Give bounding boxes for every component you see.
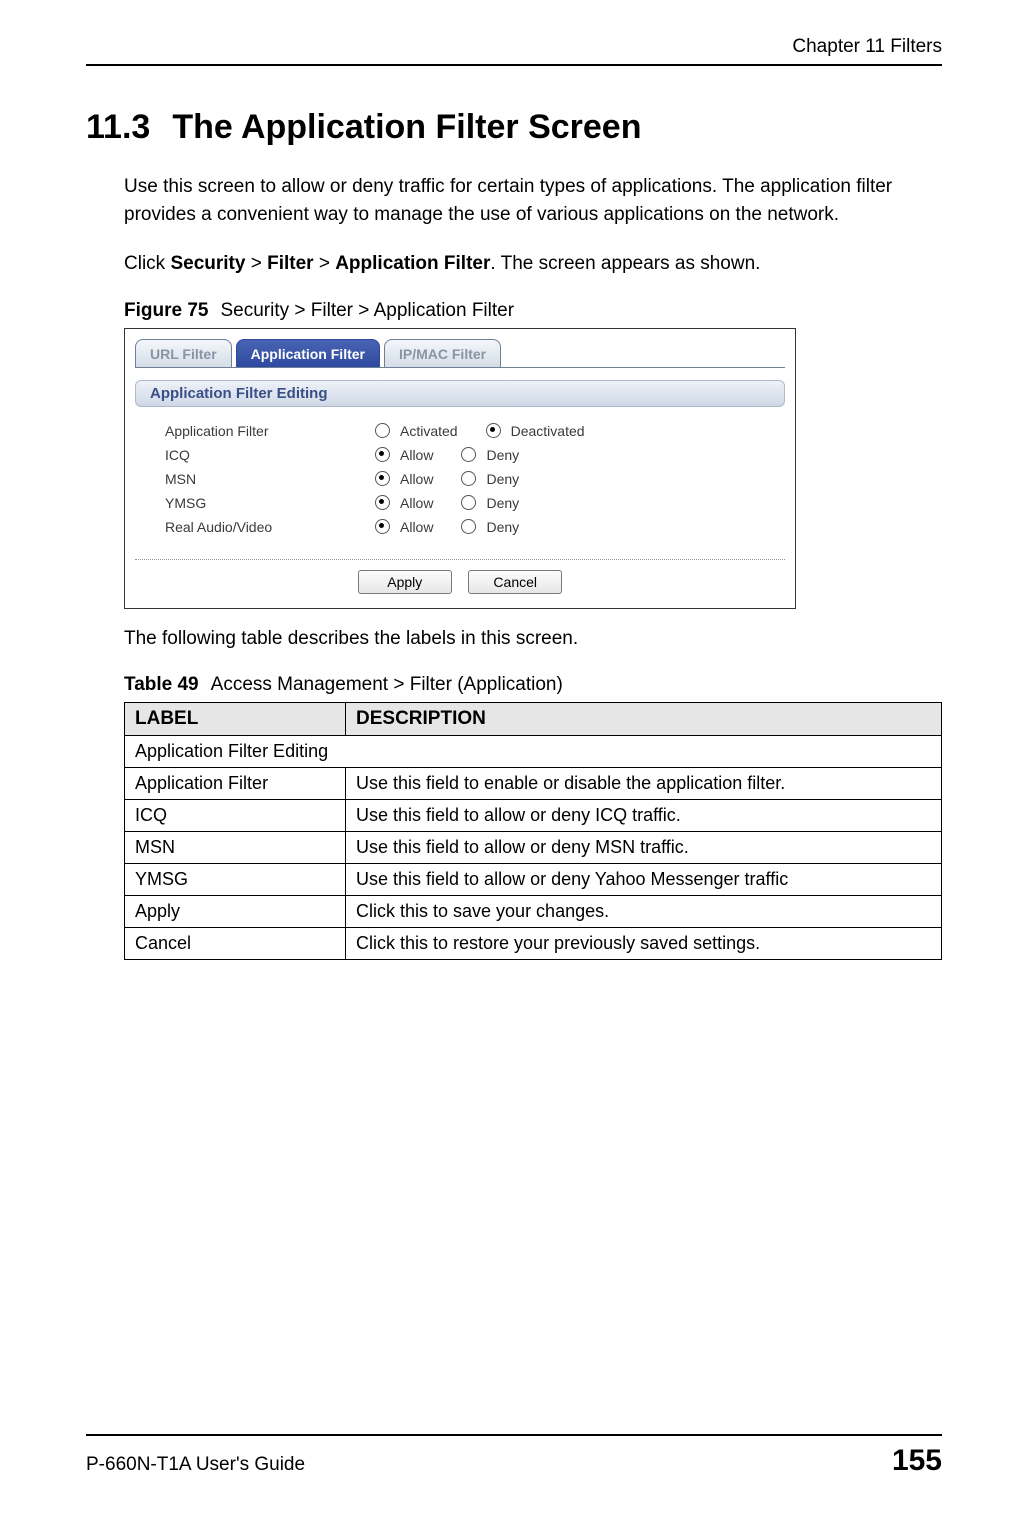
figure-number: Figure 75 (124, 300, 208, 321)
form-row: YMSG Allow Deny (165, 491, 783, 515)
form-area: Application Filter Activated Deactivated IC… (125, 407, 795, 545)
table-row: ApplyClick this to save your changes. (125, 896, 942, 928)
table-section-heading: Application Filter Editing (125, 736, 942, 768)
radio-option[interactable] (461, 495, 476, 510)
table-body: Application Filter EditingApplication Fi… (125, 736, 942, 960)
form-row-label: Application Filter (165, 423, 375, 439)
description-table: LABEL DESCRIPTION Application Filter Edi… (124, 702, 942, 960)
radio-label: Deactivated (511, 423, 585, 439)
form-row: Application Filter Activated Deactivated (165, 419, 783, 443)
table-cell-label: ICQ (125, 800, 346, 832)
footer-guide-name: P-660N-T1A User's Guide (86, 1454, 305, 1476)
table-row: YMSGUse this field to allow or deny Yaho… (125, 864, 942, 896)
click-suffix: . The screen appears as shown. (490, 253, 760, 274)
figure-caption-text: Security > Filter > Application Filter (220, 300, 514, 321)
radio-group: Allow Deny (375, 447, 537, 463)
radio-label: Allow (400, 495, 433, 511)
cancel-button[interactable]: Cancel (468, 570, 562, 594)
table-caption: Table 49 Access Management > Filter (Appl… (124, 674, 942, 696)
table-cell-label: Apply (125, 896, 346, 928)
radio-option[interactable] (375, 423, 390, 438)
radio-group: Allow Deny (375, 519, 537, 535)
screenshot-figure: URL Filter Application Filter IP/MAC Fil… (124, 328, 796, 609)
radio-option[interactable] (461, 447, 476, 462)
after-figure-paragraph: The following table describes the labels… (124, 625, 942, 653)
tabs-row: URL Filter Application Filter IP/MAC Fil… (125, 329, 795, 367)
tab-url-filter[interactable]: URL Filter (135, 339, 232, 367)
click-path-appfilter: Application Filter (335, 253, 490, 274)
page-footer: P-660N-T1A User's Guide 155 (86, 1434, 942, 1478)
apply-button[interactable]: Apply (358, 570, 452, 594)
form-row-label: ICQ (165, 447, 375, 463)
form-row-label: Real Audio/Video (165, 519, 375, 535)
radio-option[interactable] (461, 519, 476, 534)
table-row: MSNUse this field to allow or deny MSN t… (125, 832, 942, 864)
section-title: The Application Filter Screen (172, 108, 641, 146)
tab-application-filter[interactable]: Application Filter (236, 339, 380, 367)
click-sep1: > (245, 253, 267, 274)
form-row-label: YMSG (165, 495, 375, 511)
radio-label: Allow (400, 447, 433, 463)
table-cell-description: Use this field to enable or disable the … (346, 768, 942, 800)
table-cell-label: Cancel (125, 928, 346, 960)
figure-caption: Figure 75 Security > Filter > Application… (124, 300, 942, 322)
radio-option[interactable] (461, 471, 476, 486)
click-prefix: Click (124, 253, 170, 274)
table-number: Table 49 (124, 674, 199, 695)
table-cell-description: Click this to restore your previously sa… (346, 928, 942, 960)
footer-page-number: 155 (892, 1444, 942, 1478)
section-bar: Application Filter Editing (135, 380, 785, 407)
radio-group: Allow Deny (375, 495, 537, 511)
table-row: ICQUse this field to allow or deny ICQ t… (125, 800, 942, 832)
radio-label: Deny (486, 495, 519, 511)
table-cell-description: Use this field to allow or deny MSN traf… (346, 832, 942, 864)
intro-paragraph: Use this screen to allow or deny traffic… (124, 173, 942, 228)
form-row: Real Audio/Video Allow Deny (165, 515, 783, 539)
radio-option[interactable] (486, 423, 501, 438)
table-cell-description: Use this field to allow or deny ICQ traf… (346, 800, 942, 832)
click-path-security: Security (170, 253, 245, 274)
table-cell-label: MSN (125, 832, 346, 864)
form-row: ICQ Allow Deny (165, 443, 783, 467)
table-caption-text: Access Management > Filter (Application) (211, 674, 563, 695)
table-cell-label: Application Filter (125, 768, 346, 800)
radio-label: Deny (486, 447, 519, 463)
click-sep2: > (314, 253, 336, 274)
radio-label: Activated (400, 423, 458, 439)
table-header-description: DESCRIPTION (346, 703, 942, 736)
click-path-paragraph: Click Security > Filter > Application Fi… (124, 250, 942, 278)
form-row-label: MSN (165, 471, 375, 487)
section-heading: 11.3 The Application Filter Screen (86, 108, 942, 147)
radio-label: Deny (486, 519, 519, 535)
chapter-label: Chapter 11 Filters (86, 36, 942, 58)
radio-label: Deny (486, 471, 519, 487)
radio-group: Allow Deny (375, 471, 537, 487)
button-row: Apply Cancel (125, 560, 795, 608)
radio-option[interactable] (375, 519, 390, 534)
radio-option[interactable] (375, 495, 390, 510)
radio-group: Activated Deactivated (375, 423, 603, 439)
radio-label: Allow (400, 519, 433, 535)
section-number: 11.3 (86, 108, 150, 147)
table-row: Application Filter Editing (125, 736, 942, 768)
table-cell-label: YMSG (125, 864, 346, 896)
radio-option[interactable] (375, 471, 390, 486)
radio-label: Allow (400, 471, 433, 487)
table-row: CancelClick this to restore your previou… (125, 928, 942, 960)
table-cell-description: Use this field to allow or deny Yahoo Me… (346, 864, 942, 896)
radio-option[interactable] (375, 447, 390, 462)
table-header-label: LABEL (125, 703, 346, 736)
click-path-filter: Filter (267, 253, 313, 274)
table-row: Application FilterUse this field to enab… (125, 768, 942, 800)
table-cell-description: Click this to save your changes. (346, 896, 942, 928)
tab-ipmac-filter[interactable]: IP/MAC Filter (384, 339, 501, 367)
form-row: MSN Allow Deny (165, 467, 783, 491)
